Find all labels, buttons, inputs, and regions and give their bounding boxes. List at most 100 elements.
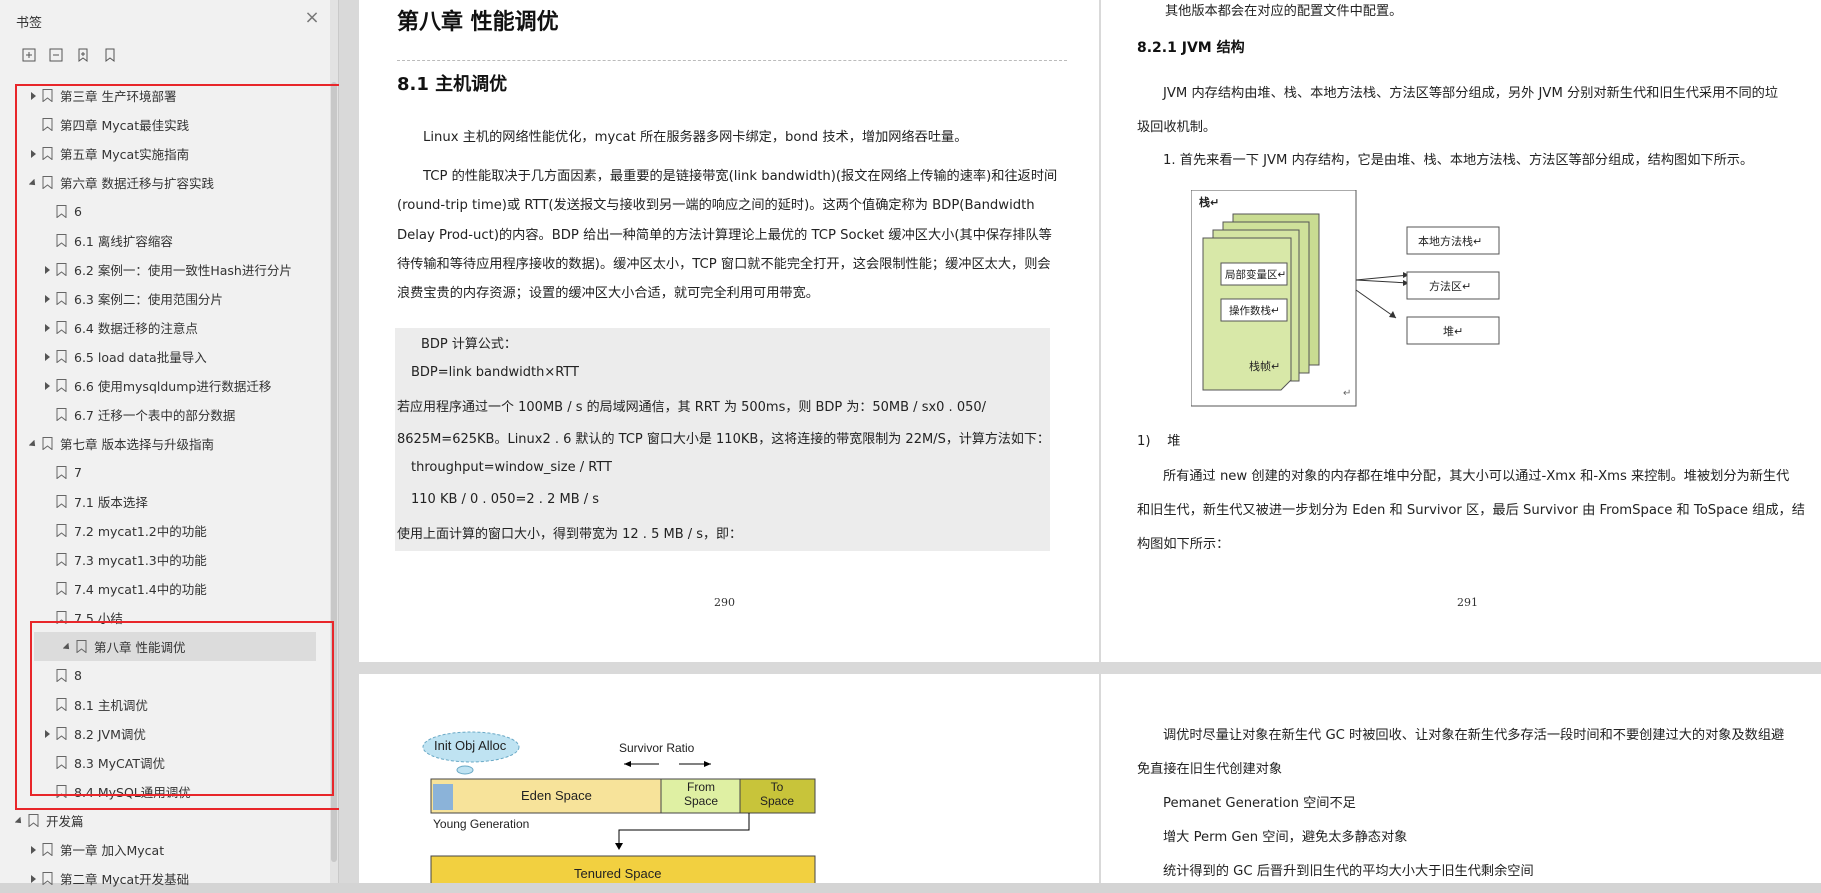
- bookmark-icon: [56, 727, 67, 741]
- bookmark-icon: [56, 466, 67, 480]
- bookmark-item[interactable]: 6.3 案例二：使用范围分片: [0, 284, 330, 313]
- bookmark-icon: [56, 785, 67, 799]
- bookmark-item[interactable]: 6.6 使用mysqldump进行数据迁移: [0, 371, 330, 400]
- arrow-spacer: [28, 120, 38, 130]
- bookmark-label: 7.3 mycat1.3中的功能: [74, 553, 207, 568]
- bookmark-tree: 第三章 生产环境部署 第四章 Mycat最佳实践 第五章 Mycat实施指南 第六章 …: [0, 81, 330, 893]
- bookmark-item[interactable]: 8.3 MyCAT调优: [0, 748, 330, 777]
- bookmark-label: 7.4 mycat1.4中的功能: [74, 582, 207, 597]
- formula-line: 若应用程序通过一个 100MB / s 的局域网通信，其 RRT 为 500ms…: [397, 400, 987, 416]
- bookmark-icon: [42, 872, 53, 886]
- to-label-line1: To: [770, 780, 784, 794]
- expand-all-icon[interactable]: [20, 46, 38, 64]
- collapse-arrow-icon[interactable]: [62, 642, 72, 652]
- bookmark-icon: [28, 814, 39, 828]
- bookmark-label: 6.7 迁移一个表中的部分数据: [74, 408, 236, 423]
- bookmark-item[interactable]: 6.4 数据迁移的注意点: [0, 313, 330, 342]
- bookmark-item[interactable]: 7.1 版本选择: [0, 487, 330, 516]
- page-number: 291: [1457, 596, 1478, 609]
- expand-arrow-icon[interactable]: [42, 381, 52, 391]
- bookmark-item[interactable]: 7.2 mycat1.2中的功能: [0, 516, 330, 545]
- bookmark-item[interactable]: 第六章 数据迁移与扩容实践: [0, 168, 330, 197]
- bookmark-item[interactable]: 6.1 离线扩容缩容: [0, 226, 330, 255]
- bookmark-item[interactable]: 第三章 生产环境部署: [0, 81, 330, 110]
- collapse-arrow-icon[interactable]: [28, 178, 38, 188]
- bookmark-label: 8.2 JVM调优: [74, 727, 146, 742]
- bookmark-item[interactable]: 第一章 加入Mycat: [0, 835, 330, 864]
- paragraph-line: 统计得到的 GC 后晋升到旧生代的平均大小大于旧生代剩余空间: [1163, 864, 1534, 879]
- bookmark-item[interactable]: 7.5 小结: [0, 603, 330, 632]
- close-icon[interactable]: ×: [302, 8, 322, 28]
- stack-label: 栈↵: [1199, 196, 1220, 209]
- formula-line: BDP=link bandwidth×RTT: [411, 364, 579, 380]
- bookmark-item[interactable]: 8: [0, 661, 330, 690]
- bookmark-label: 7.2 mycat1.2中的功能: [74, 524, 207, 539]
- bookmark-label: 7: [74, 465, 82, 480]
- expand-arrow-icon[interactable]: [42, 323, 52, 333]
- paragraph-line: 免直接在旧生代创建对象: [1137, 762, 1283, 777]
- arrow-spacer: [42, 700, 52, 710]
- paragraph-line: TCP 的性能取决于几方面因素，最重要的是链接带宽(link bandwidth…: [423, 169, 1058, 184]
- page-number: 290: [714, 596, 735, 609]
- from-label: From Space: [671, 780, 731, 808]
- expand-arrow-icon[interactable]: [42, 352, 52, 362]
- expand-arrow-icon[interactable]: [28, 149, 38, 159]
- bookmark-item[interactable]: 第四章 Mycat最佳实践: [0, 110, 330, 139]
- add-bookmark-icon[interactable]: [74, 46, 92, 64]
- paragraph-line: (round-trip time)或 RTT(发送报文与接收到另一端的响应之间的…: [397, 198, 1035, 214]
- page-293: 调优时尽量让对象在新生代 GC 时被回收、让对象在新生代多存活一段时间和不要创建…: [1101, 674, 1821, 883]
- collapse-arrow-icon[interactable]: [14, 816, 24, 826]
- bookmark-item[interactable]: 6.7 迁移一个表中的部分数据: [0, 400, 330, 429]
- bookmark-item[interactable]: 第七章 版本选择与升级指南: [0, 429, 330, 458]
- bookmark-outline-icon[interactable]: [101, 46, 119, 64]
- intro-line: 其他版本都会在对应的配置文件中配置。: [1165, 4, 1403, 19]
- bookmark-label: 第二章 Mycat开发基础: [60, 872, 190, 887]
- bookmark-icon: [42, 89, 53, 103]
- sidebar-scrollbar[interactable]: [330, 0, 338, 883]
- bookmark-item[interactable]: 8.4 MySQL通用调优: [0, 777, 330, 806]
- generation-diagram: Init Obj Alloc Survivor Ratio Eden Space…: [419, 724, 819, 883]
- bookmark-item[interactable]: 6.5 load data批量导入: [0, 342, 330, 371]
- arrow-spacer: [42, 410, 52, 420]
- bookmark-label: 6.3 案例二：使用范围分片: [74, 292, 223, 307]
- collapse-all-icon[interactable]: [47, 46, 65, 64]
- expand-arrow-icon[interactable]: [42, 729, 52, 739]
- arrow-spacer: [42, 671, 52, 681]
- bookmark-label: 7.5 小结: [74, 611, 123, 626]
- document-viewer[interactable]: 第八章 性能调优 8.1 主机调优 Linux 主机的网络性能优化，mycat …: [339, 0, 1821, 883]
- paragraph-line: Delay Prod-uct)的内容。BDP 给出一种简单的方法计算理论上最优的…: [397, 227, 1052, 243]
- expand-arrow-icon[interactable]: [28, 845, 38, 855]
- expand-arrow-icon[interactable]: [42, 294, 52, 304]
- bookmark-item[interactable]: 开发篇: [0, 806, 330, 835]
- expand-arrow-icon[interactable]: [42, 265, 52, 275]
- expand-arrow-icon[interactable]: [28, 874, 38, 884]
- paragraph-line: 调优时尽量让对象在新生代 GC 时被回收、让对象在新生代多存活一段时间和不要创建…: [1163, 728, 1785, 743]
- sidebar-scrollbar-thumb[interactable]: [331, 82, 337, 862]
- bookmark-item[interactable]: 6: [0, 197, 330, 226]
- expand-arrow-icon[interactable]: [28, 91, 38, 101]
- bookmark-label: 第一章 加入Mycat: [60, 843, 165, 858]
- bookmark-item[interactable]: 第二章 Mycat开发基础: [0, 864, 330, 893]
- method-area-label: 方法区↵: [1429, 280, 1472, 293]
- frame-label: 栈帧↵: [1249, 360, 1281, 373]
- bookmark-icon: [56, 234, 67, 248]
- arrow-spacer: [42, 526, 52, 536]
- bookmark-item[interactable]: 7: [0, 458, 330, 487]
- operand-stack-label: 操作数栈↵: [1229, 305, 1280, 317]
- bookmark-item[interactable]: 6.2 案例一：使用一致性Hash进行分片: [0, 255, 330, 284]
- arrow-spacer: [42, 555, 52, 565]
- bookmark-item[interactable]: 7.4 mycat1.4中的功能: [0, 574, 330, 603]
- bookmark-icon: [56, 292, 67, 306]
- bookmark-item[interactable]: 8.1 主机调优: [0, 690, 330, 719]
- bookmark-item[interactable]: 第五章 Mycat实施指南: [0, 139, 330, 168]
- bookmark-icon: [56, 582, 67, 596]
- bookmark-item[interactable]: 8.2 JVM调优: [0, 719, 330, 748]
- bookmark-item[interactable]: 7.3 mycat1.3中的功能: [0, 545, 330, 574]
- collapse-arrow-icon[interactable]: [28, 439, 38, 449]
- paragraph-line: 和旧生代，新生代又被进一步划分为 Eden 和 Survivor 区，最后 Su…: [1137, 503, 1805, 518]
- bookmark-item[interactable]: 第八章 性能调优: [34, 632, 316, 661]
- tenured-label: Tenured Space: [574, 866, 662, 881]
- heap-label: 堆↵: [1443, 325, 1464, 338]
- formula-line: 110 KB / 0 . 050=2 . 2 MB / s: [411, 491, 600, 507]
- bookmark-label: 6.2 案例一：使用一致性Hash进行分片: [74, 263, 292, 278]
